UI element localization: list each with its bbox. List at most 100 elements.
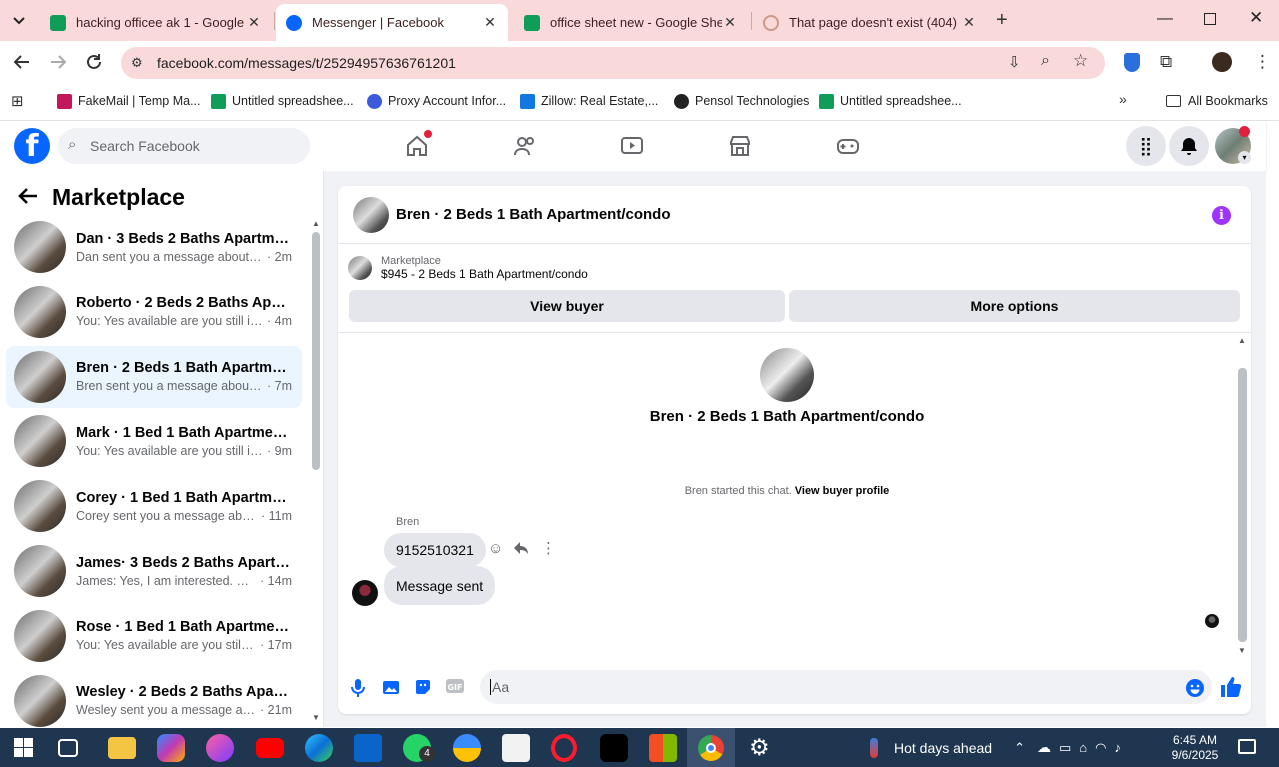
extensions-puzzle-icon[interactable]: ⧉: [1160, 52, 1172, 72]
edge-browser-icon[interactable]: [305, 734, 333, 762]
facebook-search-input[interactable]: ⌕ Search Facebook: [58, 128, 310, 164]
opera-icon[interactable]: [551, 734, 577, 762]
bookmark-item[interactable]: Pensol Technologies: [674, 92, 809, 110]
close-window-button[interactable]: ✕: [1249, 8, 1263, 28]
conversation-list-scrollbar[interactable]: [312, 232, 320, 470]
chevron-up-icon[interactable]: ⌃: [1014, 740, 1025, 756]
cloud-icon[interactable]: ☁: [1037, 739, 1051, 756]
minimize-button[interactable]: —: [1157, 10, 1173, 28]
scroll-down-icon[interactable]: ▼: [312, 713, 320, 722]
app-icon[interactable]: [502, 734, 530, 762]
task-view-icon[interactable]: [58, 739, 78, 757]
browser-menu-icon[interactable]: ⋮: [1254, 52, 1271, 72]
tiktok-icon[interactable]: [600, 734, 628, 762]
menu-grid-button[interactable]: ⣿: [1126, 126, 1166, 166]
close-icon[interactable]: ✕: [722, 14, 738, 31]
site-info-icon[interactable]: ⚙: [131, 55, 143, 71]
browser-tab[interactable]: hacking officee ak 1 - Google Sh ✕: [40, 4, 272, 41]
more-actions-icon[interactable]: ⋮: [541, 539, 556, 557]
notifications-center-icon[interactable]: [1238, 739, 1256, 754]
nav-marketplace-icon[interactable]: [728, 134, 752, 158]
thumbs-up-icon[interactable]: [1220, 676, 1242, 697]
settings-gear-icon[interactable]: ⚙: [749, 734, 770, 761]
chat-title[interactable]: Bren · 2 Beds 1 Bath Apartment/condo: [396, 206, 670, 223]
install-app-icon[interactable]: ⇩: [1008, 53, 1021, 71]
bookmark-item[interactable]: FakeMail | Temp Ma...: [57, 92, 201, 110]
outlook-icon[interactable]: [354, 734, 382, 762]
scroll-down-icon[interactable]: ▼: [1238, 646, 1246, 655]
close-icon[interactable]: ✕: [961, 14, 977, 31]
bookmark-item[interactable]: Untitled spreadshee...: [211, 92, 354, 110]
apps-grid-icon[interactable]: ⊞: [11, 92, 24, 110]
system-clock[interactable]: 6:45 AM 9/6/2025: [1160, 733, 1230, 763]
chrome-taskbar-active[interactable]: [687, 728, 735, 767]
message-bubble[interactable]: Message sent: [384, 566, 496, 605]
message-bubble[interactable]: 9152510321: [384, 533, 486, 567]
bookmark-item[interactable]: Zillow: Real Estate,...: [520, 92, 658, 110]
conversation-item[interactable]: Mark · 1 Bed 1 Bath Apartment/... You: Ye…: [6, 410, 302, 472]
chat-avatar[interactable]: [353, 196, 389, 233]
reload-button[interactable]: [85, 53, 103, 74]
weather-text[interactable]: Hot days ahead: [894, 740, 992, 756]
emoji-icon[interactable]: [1185, 678, 1205, 698]
info-icon[interactable]: i: [1212, 206, 1231, 225]
close-icon[interactable]: ✕: [482, 14, 498, 31]
battery-icon[interactable]: ▭: [1059, 740, 1071, 756]
youtube-icon[interactable]: [256, 738, 284, 758]
forward-button[interactable]: [49, 53, 67, 74]
nav-friends-icon[interactable]: [513, 134, 537, 158]
sticker-icon[interactable]: [414, 678, 434, 698]
nav-home-icon[interactable]: [405, 130, 432, 158]
whatsapp-icon[interactable]: 4: [403, 734, 435, 762]
view-buyer-button[interactable]: View buyer: [349, 290, 785, 322]
reply-icon[interactable]: [513, 541, 529, 558]
copilot-icon[interactable]: [157, 734, 185, 762]
scroll-up-icon[interactable]: ▲: [1238, 336, 1246, 345]
conversation-item[interactable]: Rose · 1 Bed 1 Bath Apartment/c... You: Y…: [6, 605, 302, 667]
conversation-item[interactable]: Dan · 3 Beds 2 Baths Apartment... Dan sen…: [6, 216, 302, 278]
extension-shield-icon[interactable]: [1124, 53, 1140, 72]
zoom-icon[interactable]: ⌕: [1041, 52, 1050, 70]
back-arrow-icon[interactable]: [18, 184, 38, 211]
new-tab-button[interactable]: +: [996, 9, 1008, 32]
profile-avatar[interactable]: [760, 348, 814, 402]
conversation-item[interactable]: Roberto · 2 Beds 2 Baths Apart... You: Ye…: [6, 281, 302, 343]
listing-info[interactable]: Marketplace $945 - 2 Beds 1 Bath Apartme…: [348, 252, 588, 284]
volume-icon[interactable]: ♪: [1114, 740, 1121, 755]
facebook-logo-icon[interactable]: f: [14, 128, 50, 164]
nav-gaming-icon[interactable]: [836, 134, 860, 158]
windows-start-icon[interactable]: [14, 738, 33, 757]
address-bar[interactable]: ⚙ facebook.com/messages/t/25294957636761…: [121, 47, 1105, 79]
browser-tab-active[interactable]: Messenger | Facebook ✕: [276, 4, 508, 41]
more-bookmarks-icon[interactable]: »: [1119, 91, 1127, 107]
rewards-icon[interactable]: [453, 734, 481, 762]
restore-button[interactable]: [1204, 13, 1216, 25]
scroll-up-icon[interactable]: ▲: [312, 219, 320, 228]
all-bookmarks[interactable]: All Bookmarks: [1166, 92, 1268, 110]
notifications-button[interactable]: [1169, 126, 1209, 166]
tab-search-button[interactable]: [8, 10, 30, 32]
react-emoji-icon[interactable]: ☺: [488, 540, 503, 557]
close-icon[interactable]: ✕: [246, 14, 262, 31]
nav-video-icon[interactable]: [620, 134, 644, 158]
app-icon[interactable]: [206, 734, 234, 762]
conversation-item[interactable]: Bren · 2 Beds 1 Bath Apartment/... Bren s…: [6, 345, 302, 408]
microsoft-store-icon[interactable]: [649, 734, 677, 762]
more-options-button[interactable]: More options: [789, 290, 1240, 322]
message-input[interactable]: Aa: [480, 670, 1212, 704]
bookmark-item[interactable]: Untitled spreadshee...: [819, 92, 962, 110]
conversation-item[interactable]: Wesley · 2 Beds 2 Baths Apartm... Wesley …: [6, 670, 302, 732]
conversation-item[interactable]: James· 3 Beds 2 Baths Apartme... James: Y…: [6, 540, 302, 602]
account-avatar[interactable]: ▾: [1215, 126, 1251, 164]
gif-icon[interactable]: GIF: [445, 678, 465, 698]
view-buyer-profile-link[interactable]: View buyer profile: [795, 485, 890, 497]
microphone-icon[interactable]: [349, 678, 369, 698]
chat-scrollbar[interactable]: [1238, 368, 1247, 642]
photo-icon[interactable]: [382, 678, 402, 698]
profile-avatar[interactable]: [1212, 52, 1232, 72]
browser-tab[interactable]: office sheet new - Google Sheets ✕: [514, 4, 748, 41]
wifi-icon[interactable]: ◠: [1095, 740, 1106, 756]
browser-tab[interactable]: That page doesn't exist (404) - I ✕: [753, 4, 987, 41]
bookmark-item[interactable]: Proxy Account Infor...: [367, 92, 506, 110]
network-icon[interactable]: ⌂: [1079, 740, 1087, 755]
